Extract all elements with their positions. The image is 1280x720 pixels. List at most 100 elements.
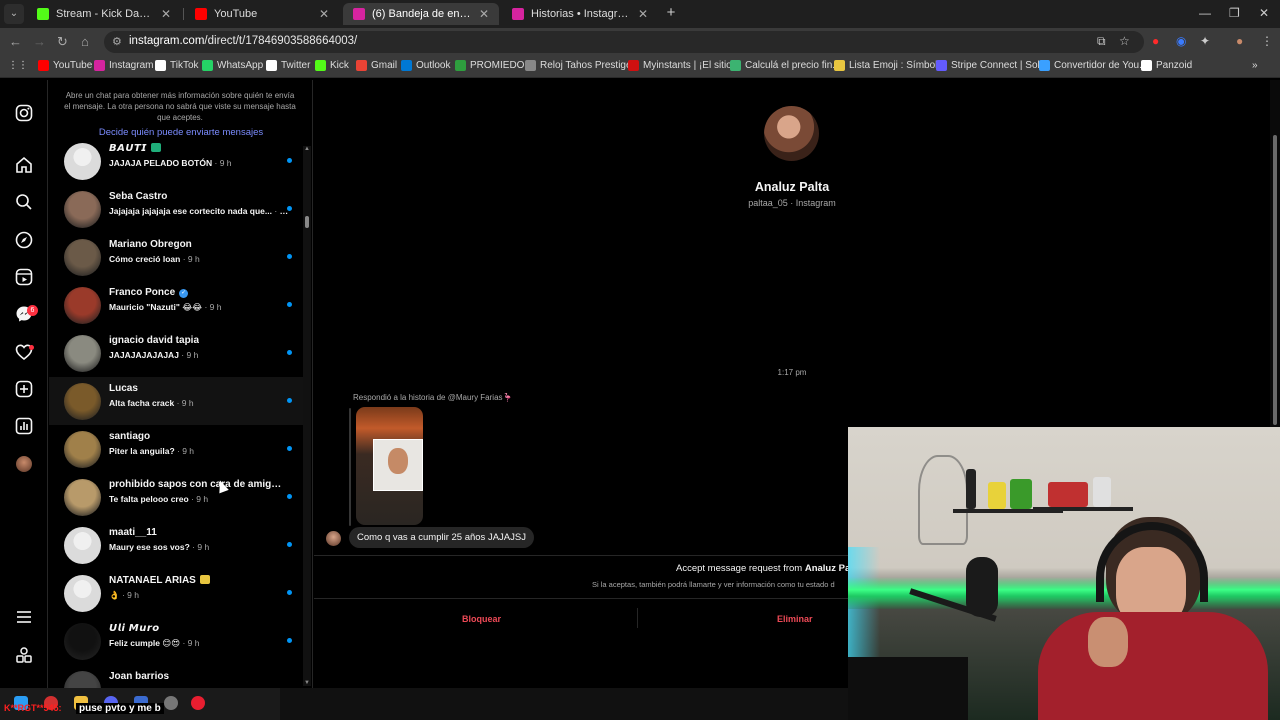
extension-record-icon[interactable]: ● <box>1152 34 1159 48</box>
recording-taskbar-icon[interactable] <box>191 696 205 710</box>
tab-instagram-stories[interactable]: Historias • Instagram ✕ <box>502 3 658 25</box>
chat-row[interactable]: prohibido sapos con cara de amigo... Te f… <box>49 473 303 521</box>
bookmark-favicon-icon <box>936 60 947 71</box>
close-tab-icon[interactable]: ✕ <box>319 7 329 21</box>
bookmark-item[interactable]: Panzoid <box>1141 60 1192 71</box>
chat-row[interactable]: ignacio david tapia JAJAJAJAJAJAJ · 9 h <box>49 329 303 377</box>
message-bubble[interactable]: Como q vas a cumplir 25 años JAJAJSJ <box>349 527 534 548</box>
bookmark-item[interactable]: WhatsApp <box>202 60 263 71</box>
chat-row[interactable]: maati__11 Maury ese sos vos? · 9 h <box>49 521 303 569</box>
chat-row[interactable]: santiago Piter la anguila? · 9 h <box>49 425 303 473</box>
restore-icon[interactable]: ❐ <box>1229 6 1240 20</box>
scroll-up-icon[interactable]: ▲ <box>303 146 311 152</box>
tab-search-button[interactable]: ⌄ <box>4 4 24 24</box>
dashboard-icon[interactable] <box>14 417 34 437</box>
chat-row[interactable]: Joan barrios <box>49 665 303 688</box>
chat-row[interactable]: NATANAEL ARIAS 👌 · 9 h <box>49 569 303 617</box>
search-icon[interactable] <box>14 193 34 213</box>
unread-dot <box>287 494 292 499</box>
menu-icon[interactable] <box>14 608 34 628</box>
bookmark-item[interactable]: Outlook <box>401 60 450 71</box>
request-title: Accept message request from Analuz Palt <box>676 563 856 574</box>
also-from-meta-icon[interactable] <box>14 646 34 666</box>
home-icon[interactable]: ⌂ <box>81 34 89 49</box>
chat-time: 9 h <box>196 494 209 504</box>
unread-dot <box>287 206 292 211</box>
delete-button[interactable]: Eliminar <box>777 614 813 624</box>
explore-icon[interactable] <box>14 231 34 251</box>
bookmark-item[interactable]: Twitter <box>266 60 310 71</box>
scrollbar-thumb[interactable] <box>1273 135 1277 425</box>
bookmark-label: Calculá el precio fin... <box>745 60 841 71</box>
profile-avatar[interactable] <box>16 456 32 472</box>
bookmarks-overflow-icon[interactable]: » <box>1252 60 1258 71</box>
bookmark-item[interactable]: Reloj Tahos Prestige... <box>525 60 640 71</box>
bookmark-item[interactable]: Stripe Connect | Sol... <box>936 60 1048 71</box>
install-app-icon[interactable]: ⧉ <box>1097 34 1106 49</box>
close-tab-icon[interactable]: ✕ <box>479 7 489 21</box>
close-tab-icon[interactable]: ✕ <box>161 7 171 21</box>
bookmark-item[interactable]: Calculá el precio fin... <box>730 60 841 71</box>
story-face <box>388 448 408 474</box>
instagram-icon[interactable] <box>14 104 34 124</box>
browser-menu-icon[interactable]: ⋮ <box>1261 34 1273 48</box>
conversation-avatar[interactable] <box>764 106 819 161</box>
bookmark-item[interactable]: Lista Emoji : Símbol... <box>834 60 946 71</box>
bookmark-item[interactable]: Kick <box>315 60 349 71</box>
obs-taskbar-icon[interactable] <box>164 696 178 710</box>
bookmark-label: Instagram <box>109 60 154 71</box>
apps-grid-icon[interactable]: ⋮⋮ <box>8 60 28 71</box>
bookmark-item[interactable]: PROMIEDOS <box>455 60 531 71</box>
conversation-name: Analuz Palta <box>754 180 830 194</box>
create-icon[interactable] <box>14 380 34 400</box>
chat-row[interactable]: Franco Ponce ✓ Mauricio "Nazuti" 😂😂 · 9 h <box>49 281 303 329</box>
home-icon[interactable] <box>14 156 34 176</box>
chat-avatar <box>64 383 101 420</box>
bookmark-item[interactable]: Myinstants | ¡El sitio... <box>628 60 740 71</box>
extensions-icon[interactable]: ✦ <box>1200 34 1210 48</box>
reply-quote-bar <box>349 408 351 526</box>
extension-audio-icon[interactable]: ◉ <box>1176 34 1186 48</box>
url-text[interactable]: instagram.com/direct/t/17846903588664003… <box>129 35 357 47</box>
site-info-icon[interactable]: ⚙ <box>112 35 122 48</box>
bookmark-item[interactable]: Convertidor de You... <box>1039 60 1147 71</box>
new-tab-button[interactable]: + <box>663 5 679 21</box>
chat-row[interactable]: Mariano Obregon Cómo creció loan · 9 h <box>49 233 303 281</box>
bookmark-item[interactable]: YouTube <box>38 60 92 71</box>
block-button[interactable]: Bloquear <box>462 614 501 624</box>
chat-preview-text: Mauricio "Nazuti" 😂😂 <box>109 302 203 312</box>
back-icon[interactable]: ← <box>9 34 22 49</box>
forward-icon[interactable]: → <box>33 34 46 49</box>
bookmark-item[interactable]: TikTok <box>155 60 199 71</box>
toolbar: ← → ↻ ⌂ ⚙ instagram.com/direct/t/1784690… <box>0 28 1280 56</box>
scroll-down-icon[interactable]: ▼ <box>303 680 311 686</box>
bookmark-star-icon[interactable]: ☆ <box>1119 34 1130 48</box>
chat-preview: 👌 · 9 h <box>109 590 139 601</box>
story-thumbnail[interactable] <box>356 407 423 525</box>
bookmark-item[interactable]: Gmail <box>356 60 397 71</box>
profile-avatar-icon[interactable]: ● <box>1236 34 1243 48</box>
sender-avatar[interactable] <box>326 531 341 546</box>
unread-dot <box>287 350 292 355</box>
minimize-icon[interactable]: — <box>1199 6 1211 20</box>
close-window-icon[interactable]: ✕ <box>1259 6 1269 20</box>
close-tab-icon[interactable]: ✕ <box>638 7 648 21</box>
shelf-item <box>988 482 1006 509</box>
taskbar-strip: K**RGT**545: puse pvto y me b <box>0 688 848 720</box>
chat-row[interactable]: Seba Castro Jajajaja jajajaja ese corteci… <box>49 185 303 233</box>
reels-icon[interactable] <box>14 268 34 288</box>
chat-row[interactable]: 𝘽𝘼𝙐𝙏𝙄 JAJAJA PELADO BOTÓN · 9 h <box>49 137 303 185</box>
reload-icon[interactable]: ↻ <box>57 34 68 50</box>
scrollbar-thumb[interactable] <box>305 216 309 228</box>
tab-instagram-inbox[interactable]: (6) Bandeja de entrada • Chats ✕ <box>343 3 499 25</box>
bookmark-label: Outlook <box>416 60 451 71</box>
tab-kick-dashboard[interactable]: Stream - Kick Dashboard ✕ <box>27 3 181 25</box>
tab-youtube[interactable]: YouTube ✕ <box>185 3 339 25</box>
chat-avatar <box>64 239 101 276</box>
bookmark-favicon-icon <box>202 60 213 71</box>
bookmark-item[interactable]: Instagram <box>94 60 153 71</box>
chat-row[interactable]: 𝙐𝙡𝙞 𝙈𝙪𝙧𝙤 Feliz cumple 😊😍 · 9 h <box>49 617 303 665</box>
list-scrollbar[interactable]: ▲ ▼ <box>303 146 311 686</box>
chat-row[interactable]: Lucas Alta facha crack · 9 h <box>49 377 303 425</box>
address-bar[interactable]: ⚙ instagram.com/direct/t/178469035886640… <box>104 31 1144 53</box>
